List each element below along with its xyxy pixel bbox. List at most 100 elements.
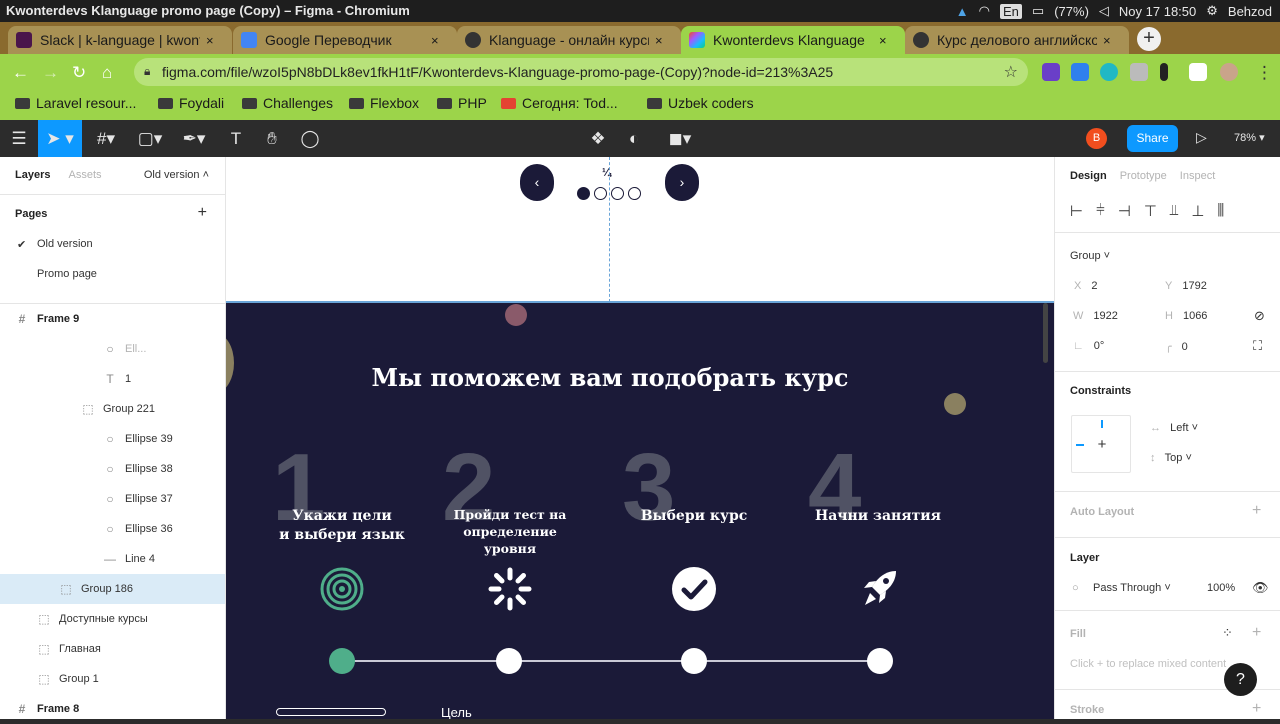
puzzle-icon[interactable] [1189,63,1207,81]
extension-icon[interactable] [1160,63,1168,81]
align-right-icon[interactable]: ⊣ [1118,202,1131,220]
width-field[interactable]: W 1922 [1073,310,1118,322]
extension-icon[interactable] [1100,63,1118,81]
constraint-horizontal[interactable]: ↔ Left ˅ [1150,422,1198,434]
add-fill-icon[interactable]: + [1252,624,1261,642]
layer-item[interactable]: ○ Ellipse 36 [0,514,225,544]
volume-icon[interactable]: ◁ [1099,3,1109,19]
slider-dot[interactable] [577,187,590,200]
hand-tool-icon[interactable]: ✋︎ [256,120,288,157]
url-text[interactable]: figma.com/file/wzoI5pN8bDLk8ev1fkH1tF/Kw… [162,64,833,80]
align-center-v-icon[interactable]: ⫫ [1170,202,1178,220]
lock-icon[interactable]: 🔒︎ [144,64,150,79]
home-icon[interactable]: ⌂ [102,63,112,83]
slider-dot[interactable] [628,187,641,200]
extension-icon[interactable] [1042,63,1060,81]
avatar[interactable]: B [1086,128,1107,149]
distribute-icon[interactable]: ⫼ [1217,202,1224,220]
constrain-proportions-icon[interactable]: ⊘ [1254,308,1265,324]
extension-icon[interactable] [1130,63,1148,81]
back-icon[interactable]: ← [12,63,29,83]
align-bottom-icon[interactable]: ⊥ [1191,202,1204,220]
radius-field[interactable]: ╭ 0 [1165,340,1188,353]
constraint-top-marker[interactable] [1101,420,1103,428]
progress-step-dot[interactable] [681,648,707,674]
page-item[interactable]: Promo page [37,268,97,280]
layer-item[interactable]: ○ Ell... [0,334,225,364]
layer-item[interactable]: ⬚ Group 221 [0,394,225,424]
align-center-h-icon[interactable]: ⫩ [1096,202,1105,220]
bookmark-item[interactable]: Uzbek coders [647,95,754,111]
close-icon[interactable]: × [206,33,214,48]
settings-icon[interactable]: ⚙ [1206,3,1218,19]
rotation-field[interactable]: ∟ 0° [1073,340,1104,352]
blend-mode-select[interactable]: Pass Through ˅ [1093,582,1171,594]
extension-icon[interactable] [1071,63,1089,81]
layer-item[interactable]: ⬚ Доступные курсы [0,604,225,634]
tab-layers[interactable]: Layers [15,169,50,181]
profile-avatar[interactable] [1220,63,1238,81]
add-stroke-icon[interactable]: + [1252,700,1261,718]
opacity-field[interactable]: 100% [1207,582,1235,594]
add-page-icon[interactable]: + [198,204,207,222]
tab-inspect[interactable]: Inspect [1180,170,1215,182]
browser-tab-active[interactable]: Kwonterdevs Klanguage × [681,26,905,54]
close-icon[interactable]: × [879,33,887,48]
constraint-vertical[interactable]: ↕ Top ˅ [1150,452,1192,464]
new-tab-button[interactable]: + [1137,27,1161,51]
text-tool-icon[interactable]: T [220,120,252,157]
tab-assets[interactable]: Assets [68,169,101,181]
help-button[interactable]: ? [1224,663,1257,696]
constraint-left-marker[interactable] [1076,444,1084,446]
contrast-icon[interactable]: ◐ [618,120,650,157]
bookmark-item[interactable]: Laravel resour... [15,95,136,111]
align-top-icon[interactable]: ⊤ [1144,202,1157,220]
slider-dot[interactable] [594,187,607,200]
layer-frame[interactable]: # Frame 9 [0,304,225,334]
keyboard-layout[interactable]: En [1000,3,1022,19]
browser-tab[interactable]: Google Переводчик × [233,26,457,54]
slider-dot[interactable] [611,187,624,200]
browser-tab[interactable]: Курс делового английского × [905,26,1129,54]
page-item[interactable]: Old version [37,238,93,250]
bookmark-star-icon[interactable]: ☆ [1004,62,1018,82]
close-icon[interactable]: × [431,33,439,48]
close-icon[interactable]: × [655,33,663,48]
address-bar[interactable]: 🔒︎ figma.com/file/wzoI5pN8bDLk8ev1fkH1tF… [134,58,1028,86]
bookmark-item[interactable]: Сегодня: Tod... [501,95,618,111]
tab-design[interactable]: Design [1070,170,1107,182]
components-icon[interactable]: ❖ [582,120,614,157]
layer-item[interactable]: — Line 4 [0,544,225,574]
layer-item[interactable]: ⬚ Group 1 [0,664,225,694]
layer-frame[interactable]: # Frame 8 [0,694,225,724]
frame-tool-icon[interactable]: #▾ [86,120,126,157]
reload-icon[interactable]: ↻ [72,63,86,83]
layer-item[interactable]: T1 [0,364,225,394]
username[interactable]: Behzod [1228,4,1272,19]
network-icon[interactable]: ▲ [956,4,969,19]
add-auto-layout-icon[interactable]: + [1252,502,1261,520]
goal-input[interactable] [276,708,386,716]
slider-next-button[interactable]: › [665,164,699,201]
progress-step-dot[interactable] [329,648,355,674]
bookmark-item[interactable]: Flexbox [349,95,419,111]
move-tool-icon[interactable]: ➤ ▾ [38,120,82,157]
bookmark-item[interactable]: Challenges [242,95,333,111]
constraints-widget[interactable]: + [1071,415,1131,473]
eye-icon[interactable]: 👁︎ [1252,580,1269,596]
scrollbar[interactable] [1043,303,1048,363]
forward-icon[interactable]: → [42,63,59,83]
tab-prototype[interactable]: Prototype [1120,170,1167,182]
progress-step-dot[interactable] [867,648,893,674]
independent-corners-icon[interactable]: ⛶ [1253,338,1262,354]
layer-item[interactable]: ⬚ Group 186 [0,574,225,604]
course-steps-section[interactable]: Мы поможем вам подобрать курс 1 2 3 4 Ук… [226,303,1054,719]
figma-canvas[interactable]: ‹ ¼ › Мы поможем вам подобрать курс 1 2 … [226,157,1054,719]
progress-step-dot[interactable] [496,648,522,674]
height-field[interactable]: H 1066 [1165,310,1207,322]
menu-dots-icon[interactable]: ⋮ [1256,63,1273,83]
layer-type[interactable]: Group ˅ [1070,250,1110,262]
page-switcher[interactable]: Old version ˄ [144,169,209,181]
pen-tool-icon[interactable]: ✒▾ [174,120,214,157]
zoom-level[interactable]: 78% ▾ [1234,131,1265,144]
